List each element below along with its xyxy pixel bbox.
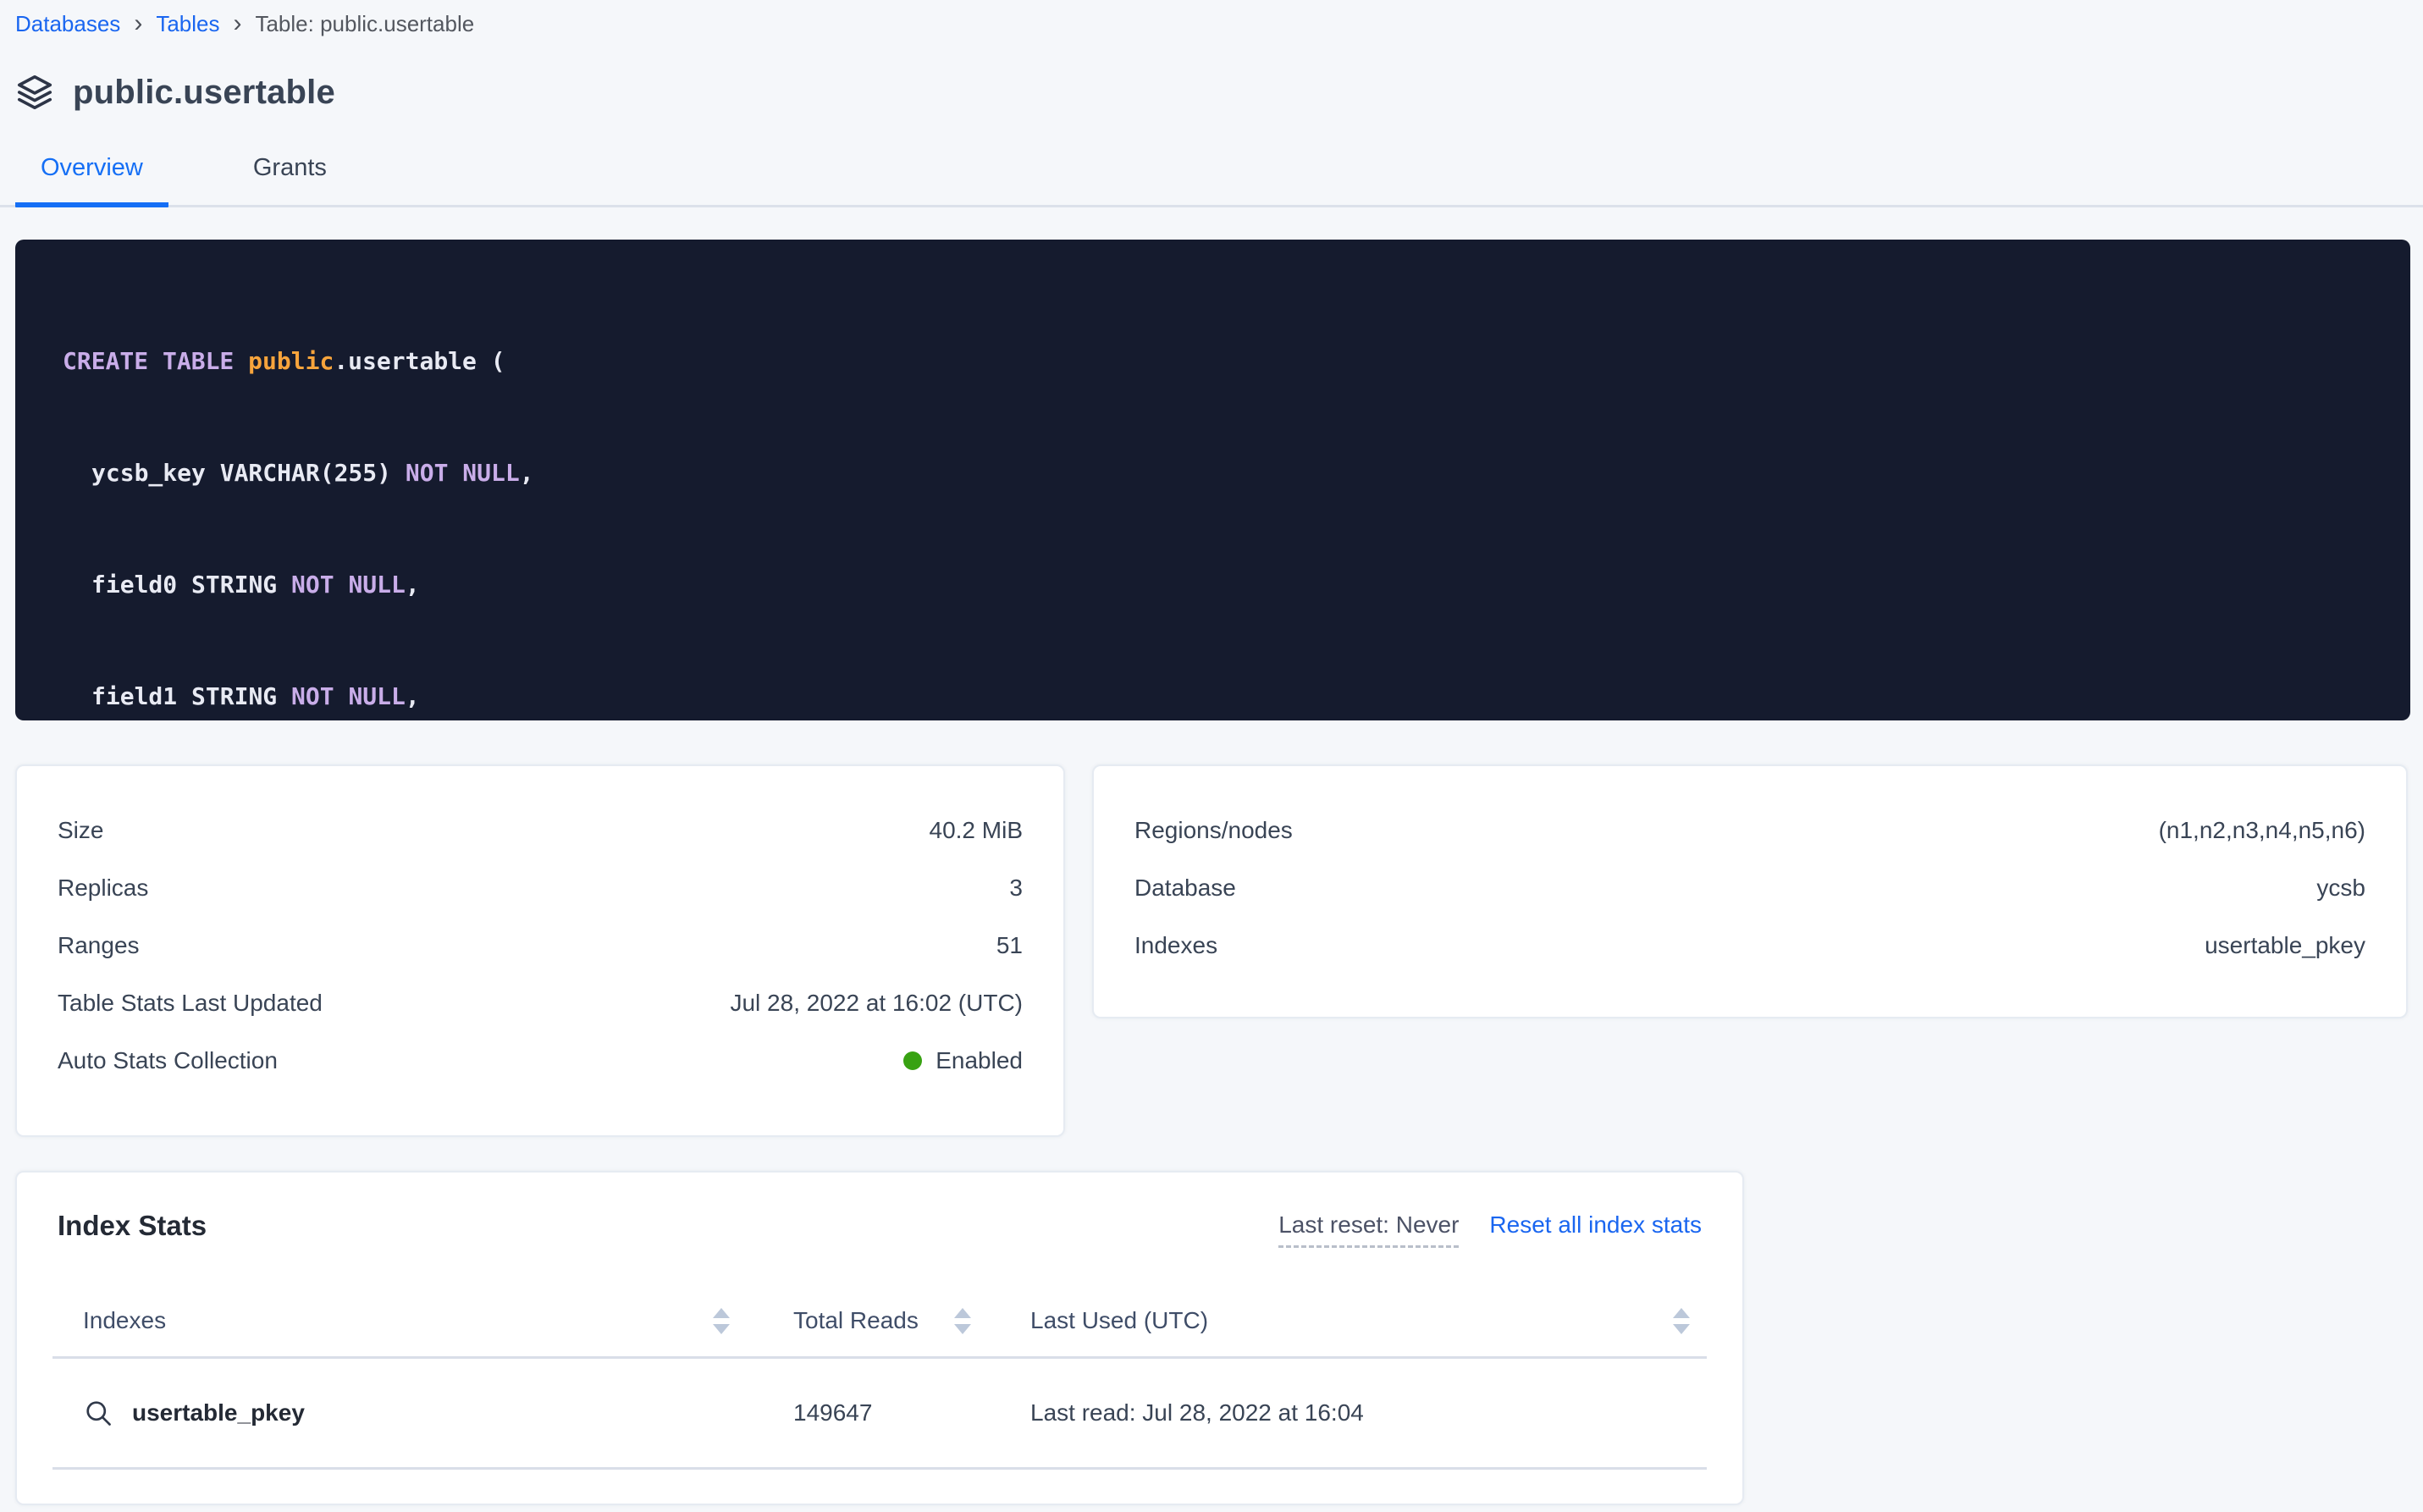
stack-icon <box>15 73 54 112</box>
last-reset-tooltip-anchor[interactable]: Last reset: Never <box>1278 1211 1459 1248</box>
chevron-right-icon: › <box>233 11 241 36</box>
table-details-page: Databases › Tables › Table: public.usert… <box>0 0 2423 1505</box>
summary-label: Ranges <box>58 932 140 959</box>
column-header-last-used[interactable]: Last Used (UTC) <box>988 1295 1707 1356</box>
summary-row-regions: Regions/nodes (n1,n2,n3,n4,n5,n6) <box>1134 802 2365 859</box>
breadcrumb-databases[interactable]: Databases <box>15 8 120 39</box>
page-viewport: Databases › Tables › Table: public.usert… <box>0 0 2423 1512</box>
summary-row-replicas: Replicas 3 <box>58 859 1023 917</box>
chevron-right-icon: › <box>134 11 142 36</box>
breadcrumb-current-table: Table: public.usertable <box>255 8 474 39</box>
tab-overview[interactable]: Overview <box>15 149 168 207</box>
summary-label: Size <box>58 817 103 844</box>
index-stats-title: Index Stats <box>58 1210 207 1242</box>
summary-label: Auto Stats Collection <box>58 1047 278 1074</box>
summary-label: Regions/nodes <box>1134 817 1293 844</box>
summary-value: 51 <box>996 932 1023 959</box>
summary-row-database: Database ycsb <box>1134 859 2365 917</box>
summary-row-stats-updated: Table Stats Last Updated Jul 28, 2022 at… <box>58 974 1023 1032</box>
summary-label: Database <box>1134 875 1236 902</box>
index-stats-card: Index Stats Last reset: Never Reset all … <box>15 1171 1744 1505</box>
summary-label: Indexes <box>1134 932 1217 959</box>
reset-all-index-stats-link[interactable]: Reset all index stats <box>1489 1211 1702 1239</box>
summary-value: usertable_pkey <box>2205 932 2365 959</box>
sort-icon[interactable] <box>713 1308 730 1334</box>
page-header: public.usertable <box>15 73 2408 112</box>
column-header-indexes[interactable]: Indexes <box>52 1295 747 1356</box>
sort-icon[interactable] <box>954 1308 971 1334</box>
summary-value: 3 <box>1009 875 1023 902</box>
status-enabled-dot-icon <box>903 1051 922 1070</box>
breadcrumb-tables[interactable]: Tables <box>156 8 219 39</box>
table-row: usertable_pkey 149647 Last read: Jul 28,… <box>52 1359 1707 1470</box>
status-badge: Enabled <box>903 1047 1023 1074</box>
summary-row-size: Size 40.2 MiB <box>58 802 1023 859</box>
summary-value: 40.2 MiB <box>930 817 1024 844</box>
index-name: usertable_pkey <box>132 1399 305 1426</box>
tab-grants[interactable]: Grants <box>228 149 352 207</box>
index-stats-actions: Last reset: Never Reset all index stats <box>1278 1211 1702 1248</box>
tabs-bar: Overview Grants <box>0 149 2423 207</box>
summary-value: Enabled <box>936 1047 1023 1074</box>
table-location-card: Regions/nodes (n1,n2,n3,n4,n5,n6) Databa… <box>1092 764 2408 1018</box>
summary-value: ycsb <box>2316 875 2365 902</box>
last-used-cell: Last read: Jul 28, 2022 at 16:04 <box>988 1360 1707 1465</box>
summary-value: Jul 28, 2022 at 16:02 (UTC) <box>730 990 1023 1017</box>
sql-line: field1 STRING NOT NULL, <box>63 678 2410 715</box>
column-header-label: Indexes <box>83 1307 166 1334</box>
sql-line: field0 STRING NOT NULL, <box>63 566 2410 604</box>
index-name-cell[interactable]: usertable_pkey <box>52 1359 747 1467</box>
breadcrumb: Databases › Tables › Table: public.usert… <box>15 8 2408 39</box>
total-reads-cell: 149647 <box>747 1360 988 1465</box>
summary-row-auto-stats: Auto Stats Collection Enabled <box>58 1032 1023 1090</box>
summary-row-indexes: Indexes usertable_pkey <box>1134 917 2365 974</box>
table-header-row: Indexes Total Reads Last Used (UTC) <box>52 1295 1707 1359</box>
index-stats-table: Indexes Total Reads Last Used (UTC) <box>52 1295 1707 1470</box>
page-title: public.usertable <box>73 74 335 112</box>
table-stats-card: Size 40.2 MiB Replicas 3 Ranges 51 Table… <box>15 764 1065 1137</box>
search-icon <box>83 1398 113 1428</box>
create-table-sql-box: CREATE TABLE public.usertable ( ycsb_key… <box>15 240 2410 720</box>
index-stats-header: Index Stats Last reset: Never Reset all … <box>17 1210 1742 1248</box>
column-header-label: Last Used (UTC) <box>1030 1307 1208 1334</box>
summary-value: (n1,n2,n3,n4,n5,n6) <box>2159 817 2365 844</box>
summary-row-ranges: Ranges 51 <box>58 917 1023 974</box>
column-header-label: Total Reads <box>793 1307 919 1334</box>
sql-line: CREATE TABLE public.usertable ( <box>63 343 2410 380</box>
summary-label: Replicas <box>58 875 148 902</box>
summary-cards-row: Size 40.2 MiB Replicas 3 Ranges 51 Table… <box>15 764 2408 1137</box>
summary-label: Table Stats Last Updated <box>58 990 323 1017</box>
sort-icon[interactable] <box>1673 1308 1690 1334</box>
column-header-total-reads[interactable]: Total Reads <box>747 1295 988 1356</box>
sql-line: ycsb_key VARCHAR(255) NOT NULL, <box>63 455 2410 492</box>
